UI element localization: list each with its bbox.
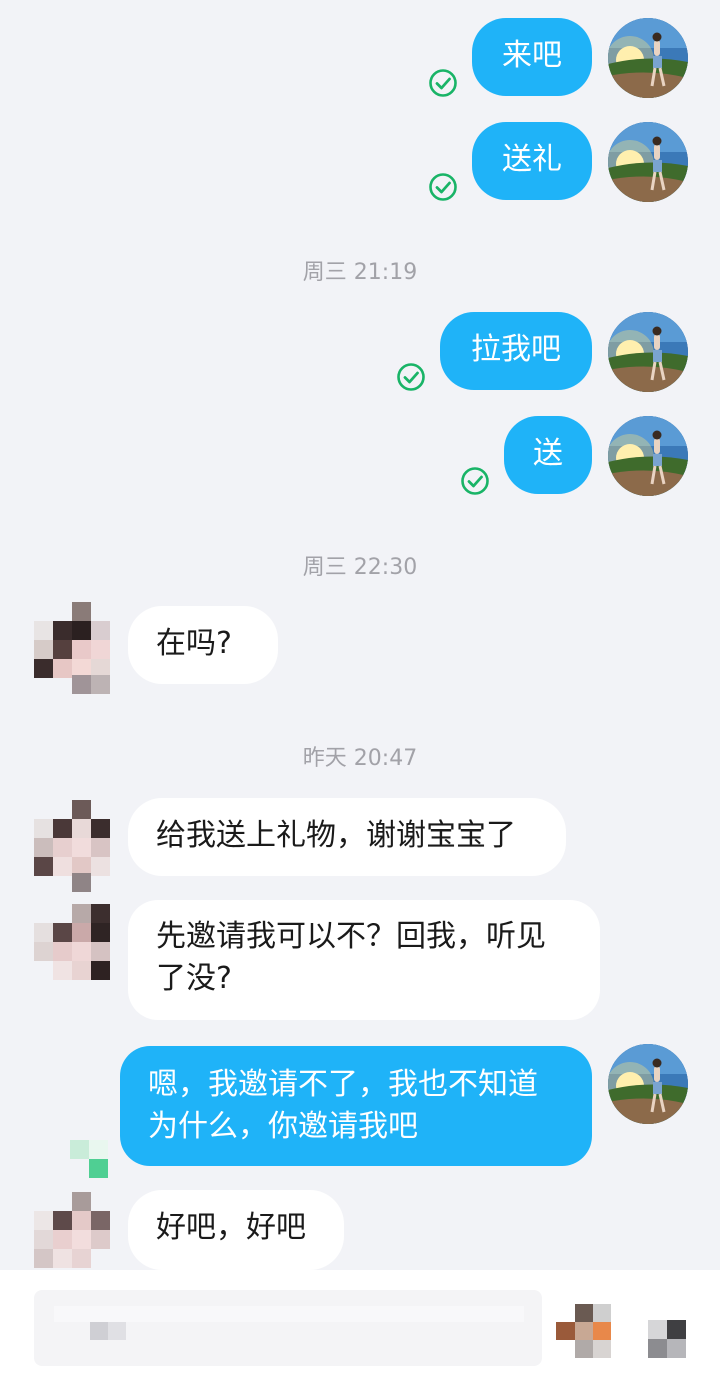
outgoing-message[interactable]: 送: [504, 416, 592, 494]
contact-avatar[interactable]: [34, 602, 112, 694]
self-avatar[interactable]: [608, 416, 688, 496]
read-check-icon: [428, 68, 458, 98]
sending-status-icon: [70, 1140, 110, 1178]
message-input[interactable]: [34, 1290, 542, 1366]
outgoing-message[interactable]: 嗯，我邀请不了，我也不知道为什么，你邀请我吧: [120, 1046, 592, 1166]
outgoing-message[interactable]: 来吧: [472, 18, 592, 96]
timestamp: 周三 22:30: [302, 555, 418, 580]
read-check-icon: [460, 466, 490, 496]
read-check-icon: [396, 362, 426, 392]
self-avatar[interactable]: [608, 18, 688, 98]
self-avatar[interactable]: [608, 122, 688, 202]
contact-avatar[interactable]: [34, 800, 112, 892]
incoming-message[interactable]: 好吧，好吧: [128, 1190, 344, 1270]
contact-avatar[interactable]: [34, 904, 112, 996]
incoming-message[interactable]: 先邀请我可以不？回我，听见了没?: [128, 900, 600, 1020]
incoming-message[interactable]: 给我送上礼物，谢谢宝宝了: [128, 798, 566, 876]
incoming-message[interactable]: 在吗?: [128, 606, 278, 684]
pixelated-more-icon[interactable]: [648, 1320, 686, 1358]
outgoing-message[interactable]: 拉我吧: [440, 312, 592, 390]
timestamp: 昨天 20:47: [302, 746, 418, 771]
pixelated-avatar-icon[interactable]: [556, 1304, 612, 1360]
read-check-icon: [428, 172, 458, 202]
outgoing-message[interactable]: 送礼: [472, 122, 592, 200]
self-avatar[interactable]: [608, 1044, 688, 1124]
contact-avatar[interactable]: [34, 1192, 112, 1270]
self-avatar[interactable]: [608, 312, 688, 392]
timestamp: 周三 21:19: [302, 260, 418, 285]
input-bar: [0, 1270, 720, 1384]
